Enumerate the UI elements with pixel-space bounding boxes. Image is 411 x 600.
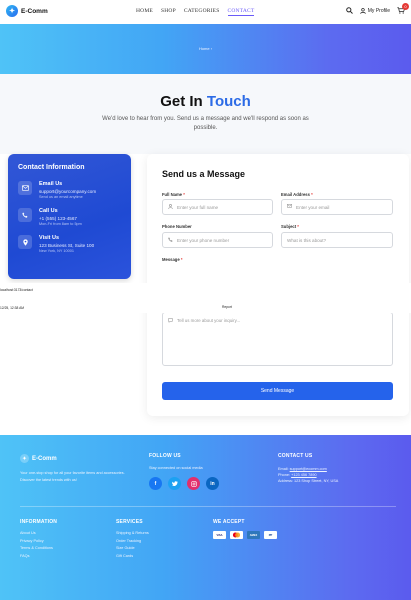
- footer-contact-details: Email: support@ecomm.com Phone: +123 456…: [278, 467, 339, 483]
- subject-placeholder: What is this about?: [287, 237, 327, 243]
- nav-link-contact[interactable]: CONTACT: [227, 8, 255, 16]
- my-profile-label: My Profile: [367, 7, 390, 14]
- full-name-input[interactable]: Enter your full name: [162, 199, 273, 215]
- linkedin-icon[interactable]: in: [206, 477, 219, 490]
- location-pin-icon: [18, 235, 32, 249]
- message-placeholder: Tell us more about your inquiry...: [177, 318, 241, 323]
- services-heading: SERVICES: [116, 519, 143, 525]
- logo-icon: ✦: [20, 454, 29, 463]
- message-textarea[interactable]: Tell us more about your inquiry...: [162, 312, 393, 366]
- footer: ✦ E-Comm Your one-stop shop for all your…: [0, 435, 411, 600]
- facebook-icon[interactable]: f: [149, 477, 162, 490]
- nav-links: HOME SHOP CATEGORIES CONTACT: [136, 8, 255, 16]
- full-name-label: Full Name *: [162, 192, 185, 197]
- contact-info-call: Call Us +1 (555) 123-4567 Mon-Fri from 8…: [18, 208, 121, 226]
- phone-icon: [18, 208, 32, 222]
- title-part-2: Touch: [206, 93, 251, 110]
- footer-divider: [20, 506, 396, 507]
- footer-link-size-guide[interactable]: Size Guide: [116, 545, 149, 553]
- subject-input[interactable]: What is this about?: [281, 232, 393, 248]
- information-links: About Us Privacy Policy Terms & Conditio…: [20, 530, 53, 560]
- print-url: localhost:3173/contact: [0, 288, 33, 292]
- title-part-1: Get In: [160, 93, 203, 110]
- nav-link-categories[interactable]: CATEGORIES: [184, 8, 220, 16]
- my-profile-link[interactable]: My Profile: [360, 8, 390, 14]
- social-links: f in: [149, 477, 219, 490]
- full-name-placeholder: Enter your full name: [177, 204, 219, 210]
- email-placeholder: Enter your email: [296, 204, 330, 210]
- headline-section: Get In Touch We'd love to hear from you.…: [0, 74, 411, 154]
- payment-methods: VISA AMEX PP: [213, 531, 277, 539]
- footer-link-order-tracking[interactable]: Order Tracking: [116, 538, 149, 546]
- call-us-label: Call Us: [39, 208, 58, 214]
- contact-info-title: Contact Information: [18, 164, 85, 171]
- footer-link-faqs[interactable]: FAQs: [20, 553, 53, 561]
- call-us-sub: Mon-Fri from 8am to 5pm: [39, 222, 82, 226]
- phone-placeholder: Enter your phone number: [177, 237, 230, 243]
- footer-link-privacy[interactable]: Privacy Policy: [20, 538, 53, 546]
- follow-us-heading: FOLLOW US: [149, 453, 181, 459]
- footer-link-gift-cards[interactable]: Gift Cards: [116, 553, 149, 561]
- visa-card-icon: VISA: [213, 531, 226, 539]
- page-banner: Home ›: [0, 24, 411, 74]
- logo-text: E-Comm: [21, 7, 48, 15]
- email-us-label: Email Us: [39, 181, 63, 187]
- contact-info-email: Email Us support@yourcompany.com Send us…: [18, 181, 121, 199]
- phone-icon: [168, 236, 173, 244]
- we-accept-heading: WE ACCEPT: [213, 519, 245, 525]
- footer-description: Your one-stop shop for all your favorite…: [20, 471, 125, 482]
- email-address-label: Email Address *: [281, 192, 313, 197]
- print-header-strip: localhost:3173/contact Report 12/25, 12:…: [0, 283, 411, 313]
- footer-link-terms[interactable]: Terms & Conditions: [20, 545, 53, 553]
- footer-logo[interactable]: ✦ E-Comm: [20, 454, 57, 463]
- nav-link-shop[interactable]: SHOP: [161, 8, 176, 16]
- footer-link-shipping[interactable]: Shipping & Returns: [116, 530, 149, 538]
- page-subtitle: We'd love to hear from you. Send us a me…: [102, 116, 309, 131]
- footer-brand: E-Comm: [32, 455, 57, 462]
- subject-label: Subject *: [281, 224, 299, 229]
- chat-bubble-icon: [168, 318, 173, 325]
- breadcrumb[interactable]: Home ›: [0, 46, 411, 51]
- page-title: Get In Touch: [0, 93, 411, 110]
- print-timestamp: 12/25, 12:38 AM: [0, 306, 25, 310]
- phone-number-input[interactable]: Enter your phone number: [162, 232, 273, 248]
- form-title: Send us a Message: [162, 169, 246, 179]
- contact-us-heading: CONTACT US: [278, 453, 313, 459]
- footer-link-about[interactable]: About Us: [20, 530, 53, 538]
- follow-us-text: Stay connected on social media: [149, 466, 203, 470]
- top-navbar: ✦ E-Comm HOME SHOP CATEGORIES CONTACT My…: [0, 0, 411, 24]
- paypal-icon: PP: [264, 531, 277, 539]
- logo[interactable]: ✦ E-Comm: [6, 5, 48, 17]
- visit-us-label: Visit Us: [39, 235, 60, 241]
- logo-icon: ✦: [6, 5, 18, 17]
- footer-phone-link[interactable]: +123 456 7890: [291, 473, 316, 477]
- contact-info-card: Contact Information Email Us support@you…: [8, 154, 131, 279]
- contact-info-visit: Visit Us 123 Business St, Suite 100 New …: [18, 235, 121, 253]
- visit-us-sub: New York, NY 10001: [39, 249, 74, 253]
- mail-icon: [18, 181, 32, 195]
- user-icon: [168, 203, 173, 211]
- nav-actions: My Profile 0: [345, 3, 409, 14]
- information-heading: INFORMATION: [20, 519, 58, 525]
- search-icon[interactable]: [345, 7, 353, 14]
- email-us-sub: Send us an email anytime: [39, 195, 83, 199]
- amex-card-icon: AMEX: [247, 531, 260, 539]
- nav-link-home[interactable]: HOME: [136, 8, 153, 16]
- instagram-icon[interactable]: [187, 477, 200, 490]
- user-icon: [360, 7, 366, 14]
- twitter-icon[interactable]: [168, 477, 181, 490]
- services-links: Shipping & Returns Order Tracking Size G…: [116, 530, 149, 560]
- footer-email-link[interactable]: support@ecomm.com: [290, 467, 327, 471]
- mastercard-icon: [230, 531, 243, 539]
- print-report-label: Report: [222, 305, 232, 309]
- email-address-input[interactable]: Enter your email: [281, 199, 393, 215]
- send-message-button[interactable]: Send Message: [162, 382, 393, 400]
- phone-number-label: Phone Number: [162, 224, 192, 229]
- cart-button[interactable]: 0: [397, 3, 409, 14]
- mail-icon: [287, 204, 292, 210]
- message-label: Message *: [162, 257, 183, 262]
- cart-count-badge: 0: [402, 3, 409, 10]
